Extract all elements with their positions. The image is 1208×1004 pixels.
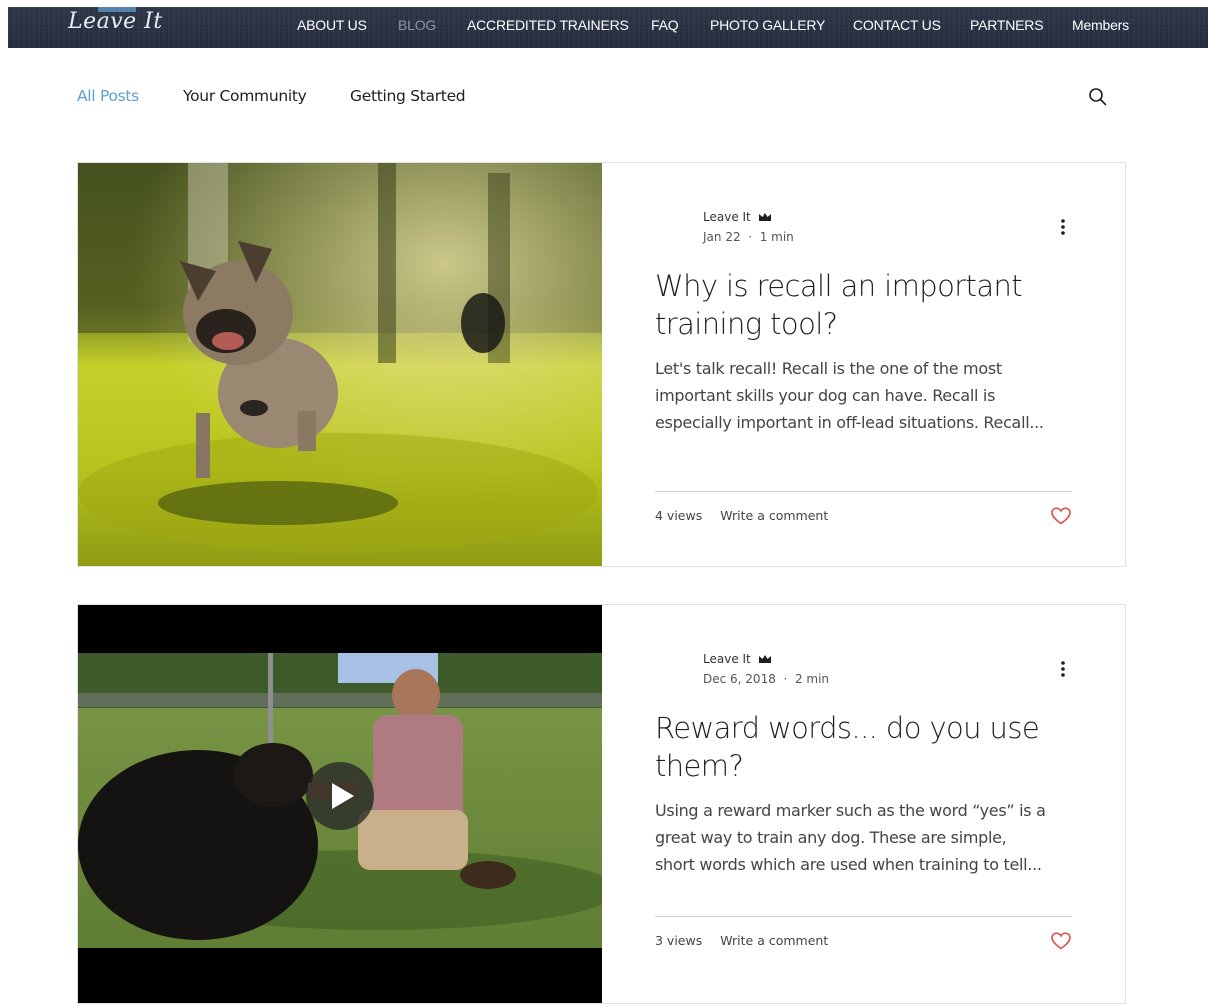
divider <box>655 916 1072 917</box>
more-actions-button[interactable] <box>1057 659 1069 679</box>
blog-category-tabs: All Posts Your Community Getting Started <box>0 0 1208 105</box>
video-play-button[interactable] <box>306 762 374 830</box>
author-name[interactable]: Leave It <box>703 652 751 666</box>
post-card[interactable]: Leave It Jan 22 · 1 min Why is recall an… <box>77 162 1126 567</box>
tab-getting-started[interactable]: Getting Started <box>350 87 466 105</box>
view-count: 3 views <box>655 933 703 948</box>
nav-about-us[interactable]: ABOUT US <box>297 17 367 33</box>
excerpt-line: great way to train any dog. These are si… <box>655 828 1007 847</box>
play-icon <box>332 783 354 809</box>
post-stats: 4 views Write a comment <box>655 508 828 523</box>
post-title[interactable]: Why is recall an important training tool… <box>655 267 1072 343</box>
author-name[interactable]: Leave It <box>703 210 751 224</box>
search-button[interactable] <box>1087 86 1109 108</box>
nav-partners[interactable]: PARTNERS <box>970 17 1044 33</box>
post-author[interactable]: Leave It <box>703 652 772 666</box>
post-body: Leave It Jan 22 · 1 min Why is recall an… <box>655 163 1072 566</box>
post-date: Dec 6, 2018 <box>703 672 776 686</box>
view-count: 4 views <box>655 508 703 523</box>
heart-icon <box>1051 507 1071 525</box>
nav-members[interactable]: Members <box>1072 17 1129 33</box>
post-meta: Jan 22 · 1 min <box>703 230 794 244</box>
meta-separator: · <box>744 230 756 244</box>
post-stats: 3 views Write a comment <box>655 933 828 948</box>
like-button[interactable] <box>1050 506 1072 526</box>
post-author[interactable]: Leave It <box>703 210 772 224</box>
excerpt-line: especially important in off-lead situati… <box>655 413 1044 432</box>
post-card[interactable]: Leave It Dec 6, 2018 · 2 min Reward word… <box>77 604 1126 1004</box>
nav-contact-us[interactable]: CONTACT US <box>853 17 941 33</box>
post-excerpt: Using a reward marker such as the word “… <box>655 797 1072 878</box>
more-actions-button[interactable] <box>1057 217 1069 237</box>
tab-all-posts[interactable]: All Posts <box>77 87 139 105</box>
divider <box>655 491 1072 492</box>
more-vertical-icon <box>1061 661 1065 677</box>
nav-accredited-trainers[interactable]: ACCREDITED TRAINERS <box>467 17 629 33</box>
post-date: Jan 22 <box>703 230 741 244</box>
post-read-time: 2 min <box>794 672 830 686</box>
nav-faq[interactable]: FAQ <box>651 17 679 33</box>
crown-icon <box>758 213 771 221</box>
meta-separator: · <box>779 672 792 686</box>
post-excerpt: Let's talk recall! Recall is the one of … <box>655 355 1072 436</box>
site-header: Leave It ABOUT US BLOG ACCREDITED TRAINE… <box>8 7 1208 48</box>
excerpt-line: important skills your dog can have. Reca… <box>655 386 996 405</box>
nav-photo-gallery[interactable]: PHOTO GALLERY <box>710 17 825 33</box>
crown-icon <box>758 655 771 663</box>
post-title[interactable]: Reward words... do you use them? <box>655 709 1072 785</box>
post-cover-video[interactable] <box>78 605 602 1003</box>
post-body: Leave It Dec 6, 2018 · 2 min Reward word… <box>655 605 1072 1003</box>
excerpt-line: short words which are used when training… <box>655 855 1042 874</box>
excerpt-line: Using a reward marker such as the word “… <box>655 801 1046 820</box>
post-read-time: 1 min <box>759 230 794 244</box>
excerpt-line: Let's talk recall! Recall is the one of … <box>655 359 1002 378</box>
post-cover-image[interactable] <box>78 163 602 566</box>
more-vertical-icon <box>1061 219 1065 235</box>
heart-icon <box>1051 932 1071 950</box>
french-bulldog-photo <box>78 163 602 566</box>
write-comment-link[interactable]: Write a comment <box>720 933 828 948</box>
write-comment-link[interactable]: Write a comment <box>720 508 828 523</box>
post-meta: Dec 6, 2018 · 2 min <box>703 672 829 686</box>
like-button[interactable] <box>1050 931 1072 951</box>
tab-your-community[interactable]: Your Community <box>183 87 307 105</box>
site-nav: ABOUT US BLOG ACCREDITED TRAINERS FAQ PH… <box>8 7 1208 48</box>
search-icon <box>1089 88 1107 106</box>
nav-blog[interactable]: BLOG <box>398 17 436 33</box>
